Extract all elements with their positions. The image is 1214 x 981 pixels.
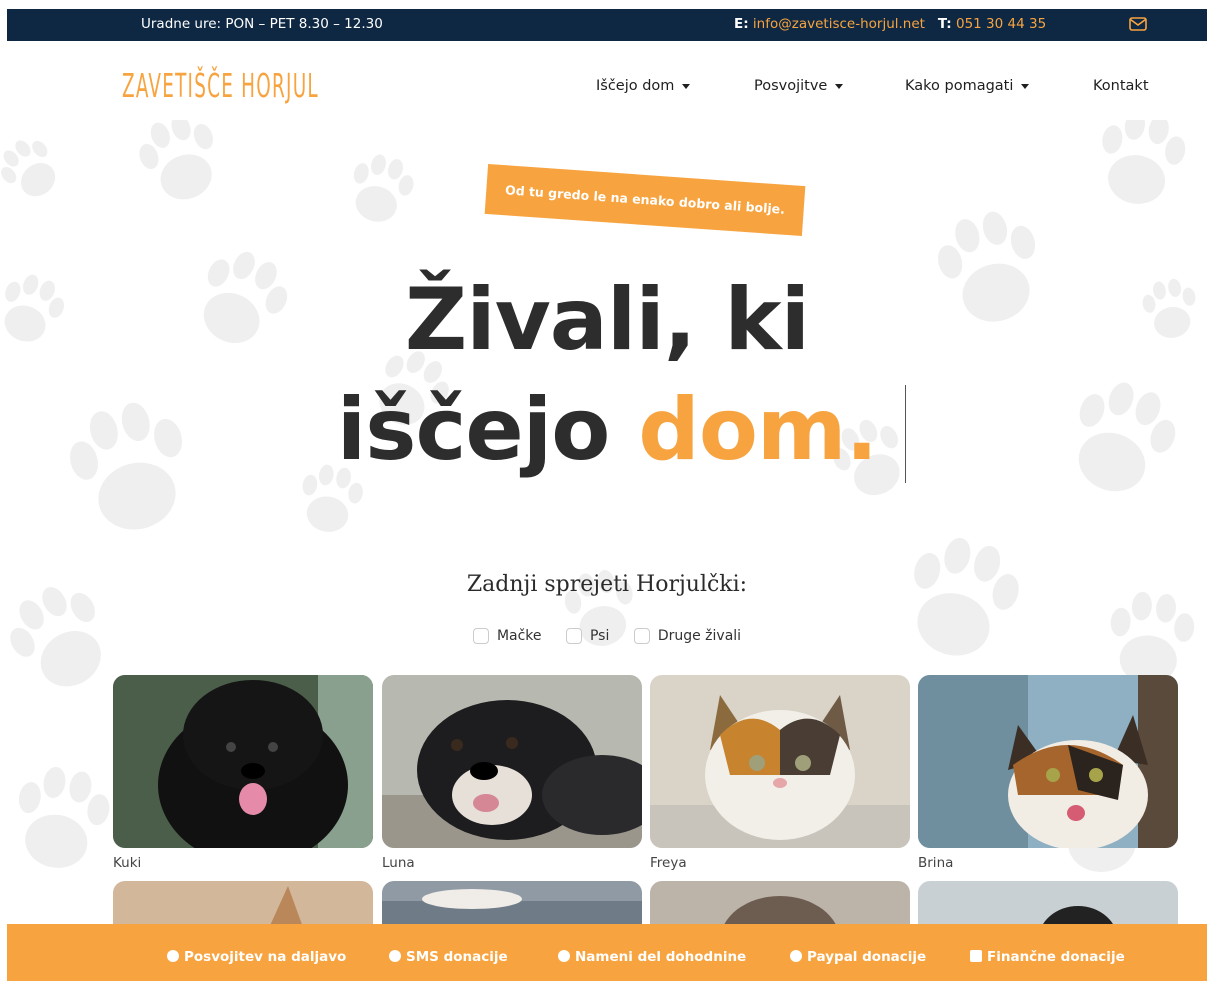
hero-heading-accent-word: dom.	[638, 380, 878, 480]
phone-link[interactable]: 051 30 44 35	[956, 16, 1046, 32]
phone-label: T:	[937, 16, 952, 32]
nav-item-kako-pomagati[interactable]: Kako pomagati	[905, 78, 1030, 94]
tax-donation-link[interactable]: Nameni del dohodnine	[558, 949, 746, 965]
filter-dogs[interactable]: Psi	[565, 628, 610, 644]
section-title: Zadnji sprejeti Horjulčki:	[466, 572, 748, 597]
email-label: E:	[734, 16, 749, 32]
animal-photo-cat[interactable]	[918, 675, 1178, 848]
animal-photo-dog[interactable]	[113, 675, 373, 848]
paypal-donation-link[interactable]: Paypal donacije	[790, 949, 926, 965]
compass-icon	[167, 950, 179, 962]
checkbox[interactable]	[565, 628, 582, 644]
nav-label: Kako pomagati	[905, 78, 1014, 94]
nav-item-isceo-dom[interactable]: Iščejo dom	[596, 78, 691, 94]
nav-item-kontakt[interactable]: Kontakt	[1093, 78, 1149, 94]
email-link[interactable]: info@zavetisce-horjul.net	[753, 16, 925, 32]
hero-heading-word: iščejo	[336, 380, 611, 480]
animal-card[interactable]: Luna	[382, 675, 642, 871]
animal-card[interactable]: Freya	[650, 675, 910, 871]
nav-label: Iščejo dom	[596, 78, 675, 94]
animal-photo-dog[interactable]	[382, 675, 642, 848]
paypal-icon	[790, 950, 802, 962]
animal-name[interactable]: Luna	[382, 855, 642, 871]
animal-card[interactable]: Brina	[918, 675, 1178, 871]
office-hours: Uradne ure: PON – PET 8.30 – 12.30	[141, 16, 383, 32]
caret-down-icon	[835, 83, 844, 89]
nav-item-posvojitve[interactable]: Posvojitve	[754, 78, 844, 94]
link-label: Paypal donacije	[807, 949, 927, 965]
card-icon	[970, 950, 982, 962]
filter-label: Mačke	[496, 628, 542, 644]
remote-adoption-link[interactable]: Posvojitev na daljavo	[167, 949, 346, 965]
hero-heading-line1: Živali, ki	[404, 270, 810, 370]
sms-donation-link[interactable]: SMS donacije	[389, 949, 508, 965]
donation-bar: Posvojitev na daljavo SMS donacije Namen…	[7, 924, 1207, 981]
caret-down-icon	[682, 83, 691, 89]
filter-label: Psi	[589, 628, 610, 644]
chat-icon	[389, 950, 401, 962]
link-label: SMS donacije	[406, 949, 508, 965]
percent-icon	[558, 950, 570, 962]
animal-card[interactable]: Kuki	[113, 675, 373, 871]
envelope-icon[interactable]	[1129, 17, 1147, 31]
text-cursor	[905, 385, 906, 483]
animal-name[interactable]: Freya	[650, 855, 910, 871]
animal-name[interactable]: Kuki	[113, 855, 373, 871]
nav-label: Kontakt	[1093, 78, 1149, 94]
animal-name[interactable]: Brina	[918, 855, 1178, 871]
filter-label: Druge živali	[657, 628, 742, 644]
checkbox[interactable]	[633, 628, 650, 644]
filter-cats[interactable]: Mačke	[472, 628, 542, 644]
link-label: Nameni del dohodnine	[575, 949, 747, 965]
checkbox[interactable]	[472, 628, 489, 644]
site-logo[interactable]: ZAVETIŠČE HORJUL	[122, 66, 319, 105]
contact-info: E: info@zavetisce-horjul.net T: 051 30 4…	[734, 16, 1046, 32]
nav-label: Posvojitve	[754, 78, 828, 94]
caret-down-icon	[1021, 83, 1030, 89]
animal-photo-cat[interactable]	[650, 675, 910, 848]
hero-heading-line2: iščejo dom.	[0, 380, 1214, 480]
top-info-bar: Uradne ure: PON – PET 8.30 – 12.30 E: in…	[7, 9, 1207, 41]
financial-donation-link[interactable]: Finančne donacije	[970, 949, 1125, 965]
filter-other[interactable]: Druge živali	[633, 628, 742, 644]
animal-filter: Mačke Psi Druge živali	[0, 628, 1214, 648]
link-label: Finančne donacije	[987, 949, 1125, 965]
link-label: Posvojitev na daljavo	[184, 949, 347, 965]
